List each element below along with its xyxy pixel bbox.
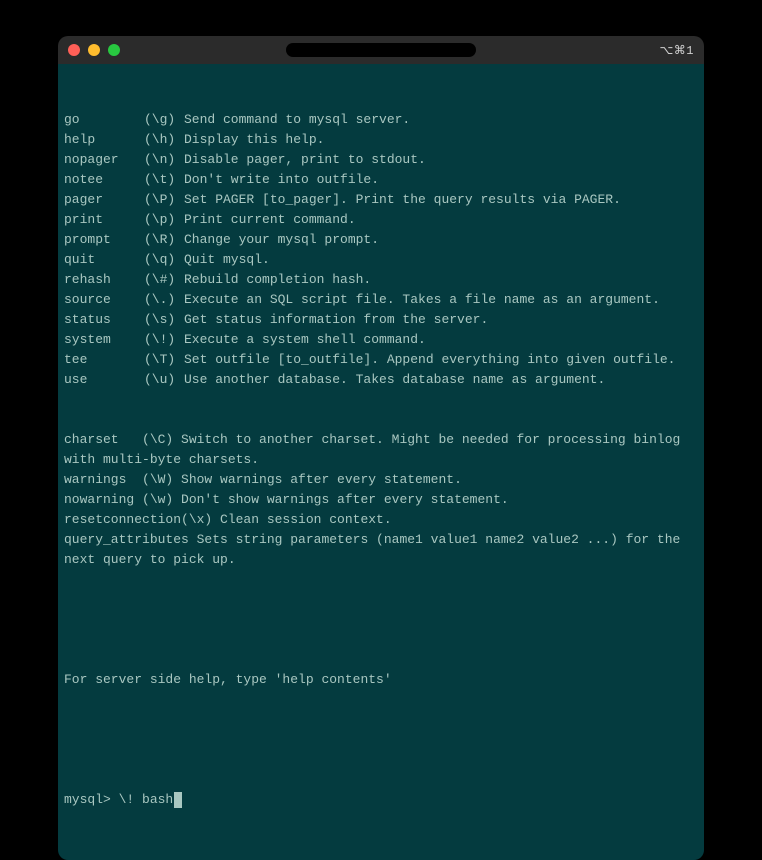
maximize-icon[interactable] [108, 44, 120, 56]
help-command: rehash [64, 270, 144, 290]
help-row: quit(\q)Quit mysql. [64, 250, 698, 270]
help-description: Quit mysql. [184, 252, 270, 267]
help-command: notee [64, 170, 144, 190]
close-icon[interactable] [68, 44, 80, 56]
help-command: go [64, 110, 144, 130]
help-shortcut: (\s) [144, 310, 184, 330]
help-description: Get status information from the server. [184, 312, 488, 327]
help-command: quit [64, 250, 144, 270]
help-command: nopager [64, 150, 144, 170]
help-row: resetconnection(\x) Clean session contex… [64, 510, 698, 530]
help-shortcut: (\t) [144, 170, 184, 190]
help-description: Disable pager, print to stdout. [184, 152, 426, 167]
help-command: prompt [64, 230, 144, 250]
help-description: Display this help. [184, 132, 324, 147]
help-row: prompt(\R)Change your mysql prompt. [64, 230, 698, 250]
help-row: print(\p)Print current command. [64, 210, 698, 230]
help-command: tee [64, 350, 144, 370]
help-description: Execute a system shell command. [184, 332, 426, 347]
help-row: query_attributes Sets string parameters … [64, 530, 698, 570]
help-command: status [64, 310, 144, 330]
help-shortcut: (\#) [144, 270, 184, 290]
help-row: nowarning (\w) Don't show warnings after… [64, 490, 698, 510]
help-footer: For server side help, type 'help content… [64, 670, 698, 690]
help-shortcut: (\T) [144, 350, 184, 370]
help-output-wrapped: charset (\C) Switch to another charset. … [64, 430, 698, 570]
help-shortcut: (\g) [144, 110, 184, 130]
help-description: Rebuild completion hash. [184, 272, 371, 287]
help-shortcut: (\h) [144, 130, 184, 150]
help-command: print [64, 210, 144, 230]
help-command: use [64, 370, 144, 390]
help-shortcut: (\R) [144, 230, 184, 250]
help-shortcut: (\p) [144, 210, 184, 230]
help-row: rehash(\#)Rebuild completion hash. [64, 270, 698, 290]
help-row: source(\.)Execute an SQL script file. Ta… [64, 290, 698, 310]
help-row: status(\s)Get status information from th… [64, 310, 698, 330]
titlebar: ⌥⌘1 [58, 36, 704, 64]
titlebar-shortcut-label: ⌥⌘1 [659, 43, 694, 58]
help-description: Set outfile [to_outfile]. Append everyth… [184, 352, 675, 367]
prompt-prefix: mysql> [64, 790, 119, 810]
help-row: charset (\C) Switch to another charset. … [64, 430, 698, 470]
help-row: pager(\P)Set PAGER [to_pager]. Print the… [64, 190, 698, 210]
help-description: Set PAGER [to_pager]. Print the query re… [184, 192, 621, 207]
terminal-window: ⌥⌘1 go(\g)Send command to mysql server.h… [58, 36, 704, 860]
help-row: warnings (\W) Show warnings after every … [64, 470, 698, 490]
help-command: help [64, 130, 144, 150]
help-row: go(\g)Send command to mysql server. [64, 110, 698, 130]
help-row: notee(\t)Don't write into outfile. [64, 170, 698, 190]
help-output: go(\g)Send command to mysql server.help(… [64, 110, 698, 390]
help-description: Execute an SQL script file. Takes a file… [184, 292, 660, 307]
help-shortcut: (\q) [144, 250, 184, 270]
help-description: Don't write into outfile. [184, 172, 379, 187]
help-command: pager [64, 190, 144, 210]
help-shortcut: (\u) [144, 370, 184, 390]
help-shortcut: (\!) [144, 330, 184, 350]
help-description: Use another database. Takes database nam… [184, 372, 605, 387]
prompt-line[interactable]: mysql> \! bash [64, 790, 698, 810]
help-row: nopager(\n)Disable pager, print to stdou… [64, 150, 698, 170]
help-shortcut: (\.) [144, 290, 184, 310]
help-command: source [64, 290, 144, 310]
help-row: help(\h)Display this help. [64, 130, 698, 150]
help-row: system(\!)Execute a system shell command… [64, 330, 698, 350]
prompt-input[interactable]: \! bash [119, 790, 174, 810]
help-row: tee(\T)Set outfile [to_outfile]. Append … [64, 350, 698, 370]
help-description: Change your mysql prompt. [184, 232, 379, 247]
help-description: Send command to mysql server. [184, 112, 410, 127]
traffic-lights [68, 44, 120, 56]
help-command: system [64, 330, 144, 350]
title-redacted [286, 43, 476, 57]
help-shortcut: (\P) [144, 190, 184, 210]
help-row: use(\u)Use another database. Takes datab… [64, 370, 698, 390]
cursor-icon [174, 792, 182, 808]
help-description: Print current command. [184, 212, 356, 227]
minimize-icon[interactable] [88, 44, 100, 56]
terminal-body[interactable]: go(\g)Send command to mysql server.help(… [58, 64, 704, 860]
help-shortcut: (\n) [144, 150, 184, 170]
